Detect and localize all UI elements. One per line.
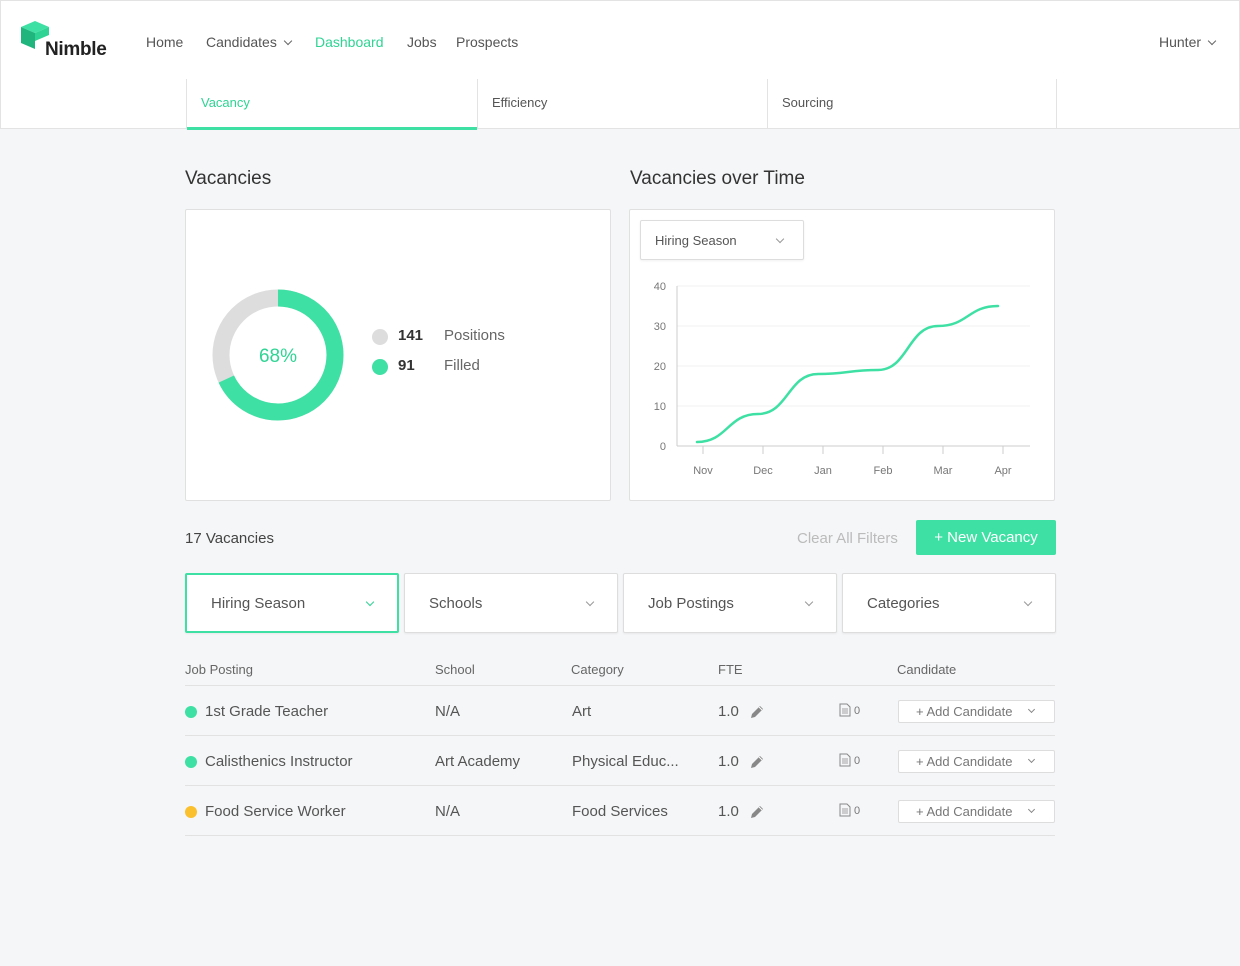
pencil-icon[interactable] — [749, 804, 765, 820]
column-candidate[interactable]: Candidate — [897, 662, 956, 677]
document-icon — [839, 803, 851, 817]
filter-label: Schools — [429, 595, 482, 612]
tab-vacancy[interactable]: Vacancy — [186, 79, 477, 129]
fte-cell: 1.0 — [718, 703, 739, 720]
nav-candidates[interactable]: Candidates — [206, 34, 291, 50]
document-icon — [839, 753, 851, 767]
dashboard-subnav: Vacancy Efficiency Sourcing — [0, 79, 1240, 129]
document-count: 0 — [854, 805, 860, 817]
category-cell: Physical Educ... — [572, 753, 679, 770]
nav-home[interactable]: Home — [146, 34, 183, 50]
y-tick-label: 0 — [660, 441, 666, 453]
filter-hiring-season[interactable]: Hiring Season — [185, 573, 399, 633]
pencil-icon[interactable] — [749, 704, 765, 720]
y-tick-label: 20 — [654, 361, 666, 373]
y-tick-label: 30 — [654, 321, 666, 333]
status-dot — [185, 806, 197, 818]
x-tick-label: Jan — [814, 465, 832, 477]
chevron-down-icon — [1028, 806, 1035, 813]
x-tick-label: Feb — [874, 465, 893, 477]
filled-count: 91 — [398, 357, 415, 374]
column-school[interactable]: School — [435, 662, 475, 677]
brand-name[interactable]: Nimble — [45, 39, 107, 61]
chart-filter-select[interactable]: Hiring Season — [640, 220, 804, 260]
x-tick-label: Apr — [994, 465, 1011, 477]
chevron-down-icon — [1028, 756, 1035, 763]
x-tick-label: Nov — [693, 465, 713, 477]
status-dot — [185, 706, 197, 718]
status-dot — [185, 756, 197, 768]
over-time-title: Vacancies over Time — [630, 168, 805, 190]
positions-count: 141 — [398, 327, 423, 344]
row-divider — [185, 835, 1055, 836]
clear-filters-link[interactable]: Clear All Filters — [797, 530, 898, 547]
legend-dot — [372, 329, 388, 345]
add-candidate-button[interactable]: + Add Candidate — [898, 800, 1055, 823]
chevron-down-icon — [776, 235, 784, 243]
school-cell: N/A — [435, 703, 460, 720]
filter-label: Categories — [867, 595, 940, 612]
active-tab-indicator — [187, 127, 477, 130]
subnav-divider — [1056, 79, 1057, 129]
job-posting-cell[interactable]: Calisthenics Instructor — [205, 753, 353, 770]
document-count: 0 — [854, 755, 860, 767]
column-fte[interactable]: FTE — [718, 662, 743, 677]
column-category[interactable]: Category — [571, 662, 624, 677]
table-row[interactable]: Calisthenics Instructor Art Academy Phys… — [185, 736, 1055, 786]
y-tick-label: 40 — [654, 281, 666, 293]
chevron-down-icon — [1028, 706, 1035, 713]
chevron-down-icon — [805, 598, 813, 606]
chevron-down-icon — [284, 37, 292, 45]
document-icon — [839, 703, 851, 717]
category-cell: Food Services — [572, 803, 668, 820]
nav-prospects[interactable]: Prospects — [456, 34, 518, 50]
nav-jobs[interactable]: Jobs — [407, 34, 437, 50]
category-cell: Art — [572, 703, 591, 720]
table-row[interactable]: Food Service Worker N/A Food Services 1.… — [185, 786, 1055, 836]
x-tick-label: Dec — [753, 465, 773, 477]
filter-categories[interactable]: Categories — [842, 573, 1056, 633]
fte-cell: 1.0 — [718, 753, 739, 770]
chevron-down-icon — [1208, 37, 1216, 45]
column-job-posting[interactable]: Job Posting — [185, 662, 253, 677]
vacancies-card: 68% 141 Positions 91 Filled — [185, 209, 611, 501]
table-row[interactable]: 1st Grade Teacher N/A Art 1.0 0 + Add Ca… — [185, 686, 1055, 736]
chevron-down-icon — [586, 598, 594, 606]
job-posting-cell[interactable]: Food Service Worker — [205, 803, 346, 820]
user-menu[interactable]: Hunter — [1159, 34, 1215, 50]
filter-label: Hiring Season — [211, 595, 305, 612]
document-count: 0 — [854, 705, 860, 717]
top-navbar: Nimble Home Candidates Dashboard Jobs Pr… — [0, 0, 1240, 80]
tab-sourcing[interactable]: Sourcing — [767, 79, 1056, 129]
vacancies-title: Vacancies — [185, 168, 271, 190]
chart-filter-label: Hiring Season — [655, 233, 737, 248]
nav-dashboard[interactable]: Dashboard — [315, 34, 384, 50]
filled-label: Filled — [444, 357, 480, 374]
job-posting-cell[interactable]: 1st Grade Teacher — [205, 703, 328, 720]
filter-label: Job Postings — [648, 595, 734, 612]
x-tick-label: Mar — [934, 465, 953, 477]
pencil-icon[interactable] — [749, 754, 765, 770]
school-cell: Art Academy — [435, 753, 520, 770]
add-candidate-button[interactable]: + Add Candidate — [898, 750, 1055, 773]
school-cell: N/A — [435, 803, 460, 820]
tab-efficiency[interactable]: Efficiency — [477, 79, 767, 129]
vacancy-count: 17 Vacancies — [185, 530, 274, 547]
fte-cell: 1.0 — [718, 803, 739, 820]
new-vacancy-button[interactable]: + New Vacancy — [916, 520, 1056, 555]
filter-schools[interactable]: Schools — [404, 573, 618, 633]
line-chart: 0 10 20 30 40 Nov Dec Jan Feb Mar Apr — [630, 270, 1054, 500]
positions-label: Positions — [444, 327, 505, 344]
vacancies-donut: 68% — [212, 289, 344, 421]
filter-job-postings[interactable]: Job Postings — [623, 573, 837, 633]
chevron-down-icon — [366, 598, 374, 606]
chevron-down-icon — [1024, 598, 1032, 606]
y-tick-label: 10 — [654, 401, 666, 413]
donut-percent: 68% — [259, 346, 297, 367]
over-time-card: Hiring Season 0 10 20 30 40 Nov Dec Jan Feb Mar Ap… — [629, 209, 1055, 501]
legend-dot — [372, 359, 388, 375]
add-candidate-button[interactable]: + Add Candidate — [898, 700, 1055, 723]
